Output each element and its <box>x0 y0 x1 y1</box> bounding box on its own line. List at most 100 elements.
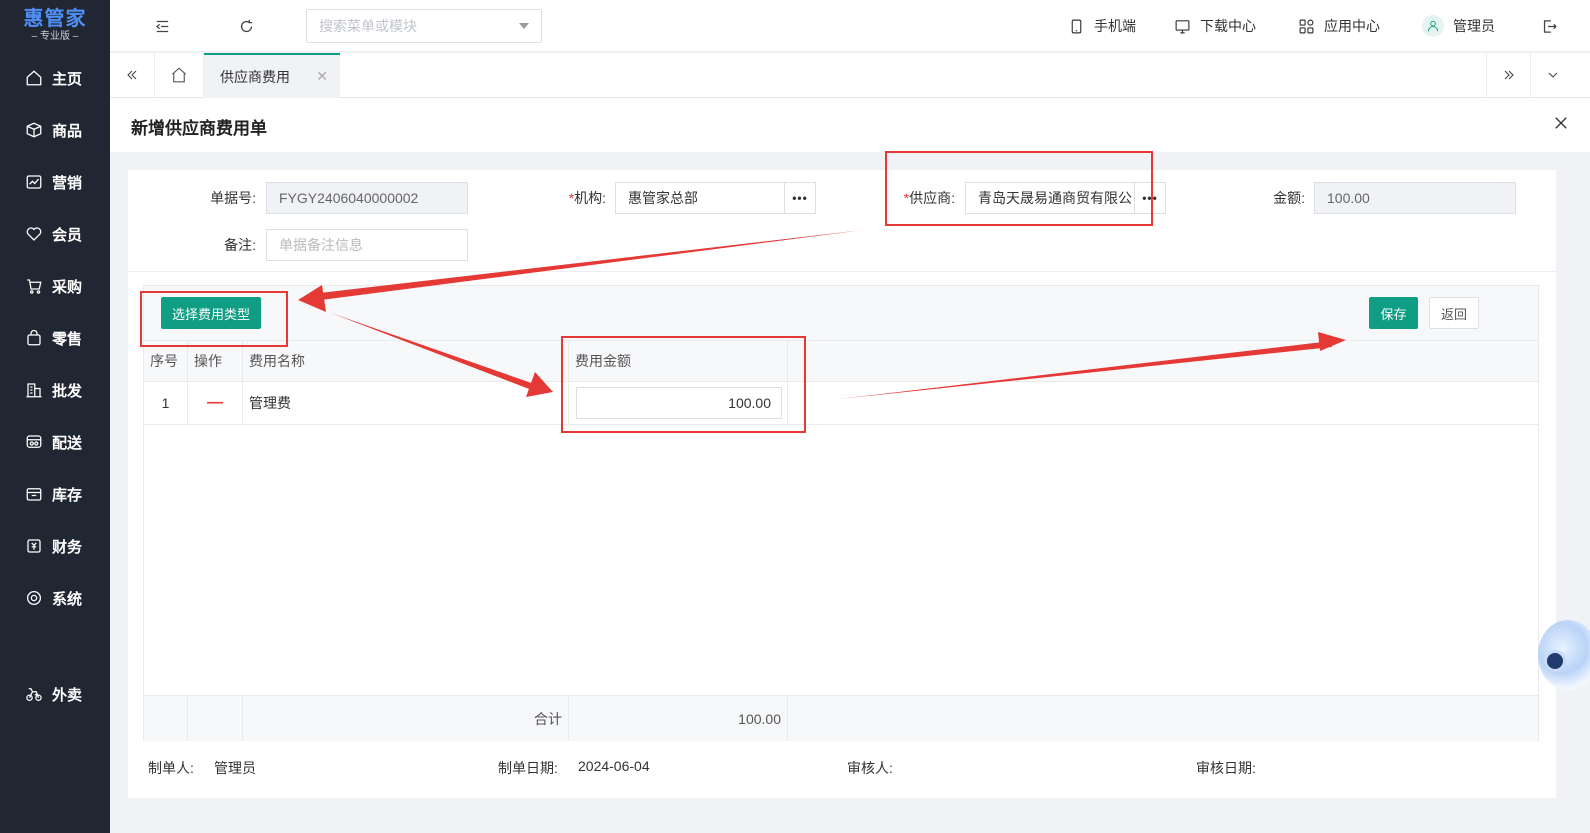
cart-icon <box>24 276 44 296</box>
amount-label: 金额: <box>1273 190 1305 206</box>
refresh-icon <box>240 19 252 32</box>
menu-fold-icon <box>155 20 168 32</box>
avatar <box>1422 15 1444 37</box>
truck-icon <box>24 432 44 452</box>
review-date-label: 审核日期: <box>1196 760 1256 776</box>
sidebar-item-label: 主页 <box>52 70 83 88</box>
sidebar-item-inventory[interactable]: 库存 <box>0 468 110 520</box>
bike-icon <box>24 684 44 704</box>
fee-amount-input[interactable]: 100.00 <box>576 387 782 419</box>
user-name: 管理员 <box>1453 18 1495 34</box>
reviewer-label: 审核人: <box>847 760 893 776</box>
col-op: 操作 <box>188 341 243 381</box>
sidebar-item-label: 营销 <box>52 174 83 192</box>
table-toolbar: 选择费用类型 保存 返回 <box>144 286 1538 340</box>
logo[interactable]: 惠管家 – 专业版 – <box>0 0 110 52</box>
row-seq: 1 <box>144 382 188 424</box>
remark-label: 备注: <box>224 237 256 253</box>
sidebar-item-wholesale[interactable]: 批发 <box>0 364 110 416</box>
close-icon <box>1555 117 1567 129</box>
col-seq: 序号 <box>144 341 188 381</box>
bag-icon <box>24 328 44 348</box>
menu-search-input[interactable]: 搜索菜单或模块 <box>306 9 542 43</box>
finance-icon <box>24 536 44 556</box>
download-center-link[interactable]: 下载中心 <box>1174 16 1256 36</box>
remove-row-icon[interactable]: — <box>207 394 223 412</box>
org-label-text: 机构: <box>574 190 606 206</box>
mobile-icon <box>1071 19 1082 33</box>
logo-edition: – 专业版 – <box>31 31 79 42</box>
mobile-label: 手机端 <box>1094 18 1136 34</box>
footer-cell-op <box>188 696 243 741</box>
creator-label: 制单人: <box>148 760 194 776</box>
back-button[interactable]: 返回 <box>1429 297 1479 329</box>
supplier-label-text: 供应商: <box>909 190 955 206</box>
storage-icon <box>24 484 44 504</box>
sidebar-item-label: 系统 <box>52 590 83 608</box>
user-icon <box>1427 20 1439 32</box>
double-chevron-right-icon <box>1504 70 1514 80</box>
sidebar-item-goods[interactable]: 商品 <box>0 104 110 156</box>
sidebar-item-members[interactable]: 会员 <box>0 208 110 260</box>
double-chevron-left-icon <box>127 70 137 80</box>
logo-edition-text: 专业版 <box>40 31 70 42</box>
sidebar-item-system[interactable]: 系统 <box>0 572 110 624</box>
creator-value: 管理员 <box>214 760 256 776</box>
tab-home[interactable] <box>154 53 204 97</box>
search-placeholder: 搜索菜单或模块 <box>319 18 417 34</box>
save-button[interactable]: 保存 <box>1369 297 1418 329</box>
app-center-link[interactable]: 应用中心 <box>1298 16 1380 36</box>
created-date-label: 制单日期: <box>498 760 558 776</box>
home-icon <box>171 67 187 83</box>
section-divider <box>128 271 1556 285</box>
tabs-scroll-right-button[interactable] <box>1486 53 1530 97</box>
app-center-label: 应用中心 <box>1324 18 1380 34</box>
close-icon[interactable]: ✕ <box>316 68 328 85</box>
sidebar-item-purchase[interactable]: 采购 <box>0 260 110 312</box>
sidebar-item-marketing[interactable]: 营销 <box>0 156 110 208</box>
doc-no-field: FYGY2406040000002 <box>266 182 468 214</box>
user-menu[interactable]: 管理员 <box>1422 15 1495 37</box>
org-picker-button[interactable]: ••• <box>784 182 816 214</box>
sidebar-item-label: 外卖 <box>52 686 83 704</box>
supplier-picker-button[interactable]: ••• <box>1134 182 1166 214</box>
home-icon <box>24 68 44 88</box>
settings-icon <box>24 588 44 608</box>
doc-no-label: 单据号: <box>210 190 256 206</box>
sidebar-item-label: 配送 <box>52 434 83 452</box>
tabs-scroll-left-button[interactable] <box>110 53 154 97</box>
sidebar-item-retail[interactable]: 零售 <box>0 312 110 364</box>
close-page-button[interactable] <box>1552 114 1574 136</box>
sidebar-item-delivery[interactable]: 配送 <box>0 416 110 468</box>
menu-toggle-button[interactable] <box>150 14 174 38</box>
sidebar-item-home[interactable]: 主页 <box>0 52 110 104</box>
select-fee-type-button[interactable]: 选择费用类型 <box>161 297 261 329</box>
sidebar-item-finance[interactable]: 财务 <box>0 520 110 572</box>
sidebar-item-label: 会员 <box>52 226 83 244</box>
supplier-label: *供应商: <box>890 188 955 208</box>
assistant-float-button[interactable] <box>1538 620 1590 690</box>
remark-input[interactable]: 单据备注信息 <box>266 229 468 261</box>
sidebar-item-label: 零售 <box>52 330 83 348</box>
logout-button[interactable] <box>1537 14 1561 38</box>
page-header: 新增供应商费用单 <box>110 98 1590 152</box>
table-header: 序号 操作 费用名称 费用金额 <box>144 340 1538 382</box>
tabs-bar: 供应商费用 ✕ <box>110 53 1590 98</box>
col-name: 费用名称 <box>243 341 569 381</box>
download-center-label: 下载中心 <box>1200 18 1256 34</box>
org-field[interactable]: 惠管家总部 <box>615 182 785 214</box>
table-footer: 合计 100.00 <box>144 695 1538 741</box>
sidebar-item-takeaway[interactable]: 外卖 <box>0 668 110 720</box>
tabs-menu-button[interactable] <box>1530 53 1574 97</box>
logout-icon <box>1543 19 1557 33</box>
tab-supplier-fee[interactable]: 供应商费用 ✕ <box>204 53 340 98</box>
sidebar: 惠管家 – 专业版 – 主页 商品 营销 会员 采购 零售 批发 配送 库存 财… <box>0 0 110 833</box>
refresh-button[interactable] <box>234 14 258 38</box>
building-icon <box>24 380 44 400</box>
mobile-link[interactable]: 手机端 <box>1068 16 1136 36</box>
trend-icon <box>24 172 44 192</box>
created-date-value: 2024-06-04 <box>578 758 650 774</box>
col-amount: 费用金额 <box>569 341 788 381</box>
supplier-field[interactable]: 青岛天晟易通商贸有限公 <box>965 182 1135 214</box>
